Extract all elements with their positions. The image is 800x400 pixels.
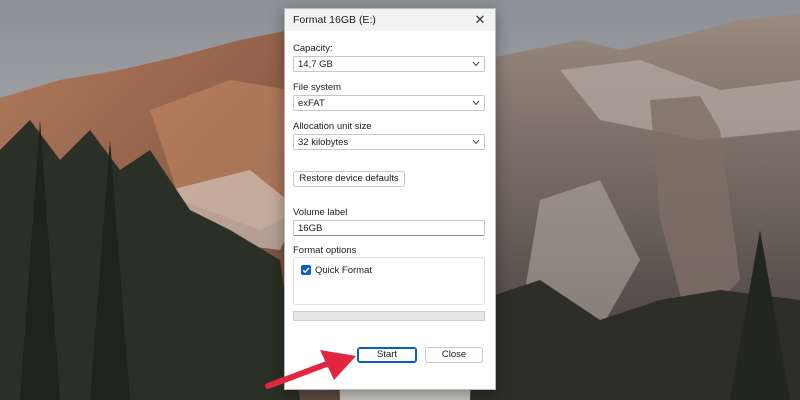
file-system-dropdown[interactable]: exFAT [293, 95, 485, 111]
dialog-title: Format 16GB (E:) [293, 14, 376, 26]
allocation-size-value: 32 kilobytes [298, 137, 349, 148]
chevron-down-icon [472, 61, 480, 67]
format-options-title: Format options [293, 245, 361, 256]
close-button[interactable]: Close [425, 347, 483, 363]
capacity-dropdown[interactable]: 14,7 GB [293, 56, 485, 72]
capacity-label: Capacity: [293, 43, 333, 54]
annotation-arrow-icon [265, 350, 356, 389]
start-button[interactable]: Start [357, 347, 417, 363]
volume-label-value: 16GB [298, 223, 323, 234]
allocation-size-label: Allocation unit size [293, 121, 372, 132]
quick-format-label[interactable]: Quick Format [315, 265, 372, 276]
title-bar[interactable]: Format 16GB (E:) ✕ [285, 9, 495, 31]
format-dialog: Format 16GB (E:) ✕ Capacity: 14,7 GB Fil… [284, 8, 496, 390]
volume-label-caption: Volume label [293, 207, 348, 218]
file-system-value: exFAT [298, 98, 325, 109]
quick-format-checkbox[interactable] [301, 265, 311, 275]
chevron-down-icon [472, 139, 480, 145]
volume-label-input[interactable]: 16GB [293, 220, 485, 236]
file-system-label: File system [293, 82, 342, 93]
restore-defaults-button[interactable]: Restore device defaults [293, 171, 405, 187]
checkmark-icon [302, 267, 310, 274]
format-progress-bar [293, 311, 485, 321]
capacity-value: 14,7 GB [298, 59, 333, 70]
allocation-size-dropdown[interactable]: 32 kilobytes [293, 134, 485, 150]
chevron-down-icon [472, 100, 480, 106]
close-icon[interactable]: ✕ [471, 11, 489, 29]
